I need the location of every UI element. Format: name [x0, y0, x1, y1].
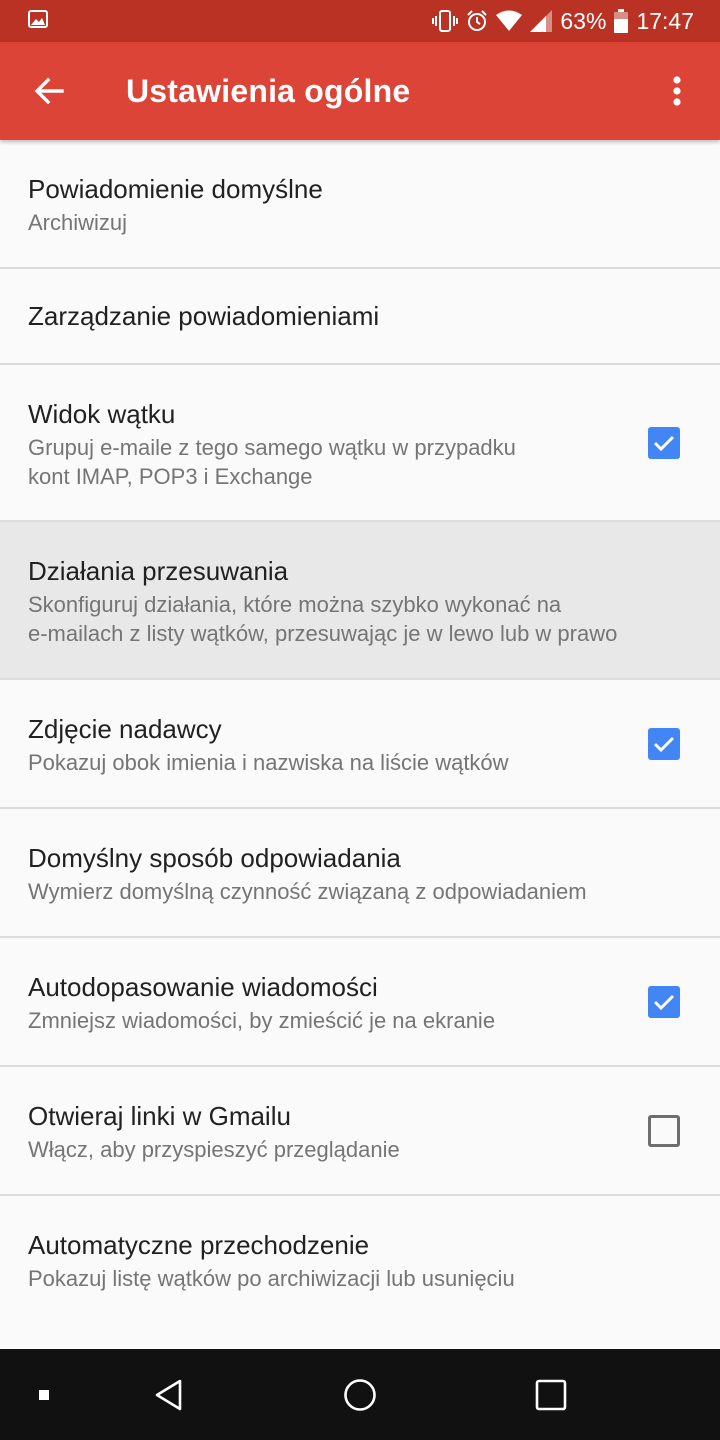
navigation-bar	[0, 1349, 720, 1440]
setting-open-links-in-gmail[interactable]: Otwieraj linki w Gmailu Włącz, aby przys…	[0, 1067, 720, 1196]
arrow-back-icon	[34, 77, 64, 105]
alarm-icon	[467, 10, 488, 31]
setting-conversation-view[interactable]: Widok wątku Grupuj e-maile z tego samego…	[0, 365, 720, 522]
triangle-back-icon	[155, 1379, 182, 1410]
sender-image-checkbox[interactable]	[648, 728, 680, 760]
battery-icon	[614, 9, 629, 33]
setting-summary: Archiwizuj	[28, 210, 128, 235]
signal-icon	[530, 10, 553, 32]
home-nav-button[interactable]	[330, 1349, 390, 1440]
setting-swipe-actions[interactable]: Działania przesuwania Skonfiguruj działa…	[0, 522, 720, 680]
clock: 17:47	[636, 7, 694, 34]
setting-default-reply-action[interactable]: Domyślny sposób odpowiadania Wymierz dom…	[0, 809, 720, 938]
settings-list: Powiadomienie domyślne Archiwizuj Zarząd…	[0, 140, 720, 1325]
overview-nav-button[interactable]	[521, 1349, 581, 1440]
setting-auto-advance[interactable]: Automatyczne przechodzenie Pokazuj listę…	[0, 1196, 720, 1325]
more-vert-icon	[673, 76, 681, 106]
setting-title: Automatyczne przechodzenie	[28, 1230, 370, 1260]
circle-home-icon	[344, 1378, 376, 1411]
checkmark-icon	[653, 435, 675, 452]
setting-default-notification[interactable]: Powiadomienie domyślne Archiwizuj	[0, 140, 720, 269]
setting-summary: Zmniejsz wiadomości, by zmieścić je na e…	[28, 1008, 496, 1033]
status-indicators: 63% 17:47	[432, 0, 694, 42]
app-bar: Ustawienia ogólne	[0, 42, 720, 140]
setting-title: Zdjęcie nadawcy	[28, 714, 222, 744]
image-notification-icon	[28, 10, 48, 28]
setting-summary: Pokazuj obok imienia i nazwiska na liści…	[28, 750, 509, 775]
vibrate-icon	[432, 10, 459, 32]
setting-summary: Włącz, aby przyspieszyć przeglądanie	[28, 1137, 400, 1162]
setting-title: Widok wątku	[28, 399, 176, 429]
setting-title: Otwieraj linki w Gmailu	[28, 1101, 291, 1131]
wifi-icon	[496, 10, 523, 31]
page-title: Ustawienia ogólne	[126, 73, 411, 109]
recent-apps-dot-button[interactable]	[24, 1349, 64, 1440]
setting-title: Powiadomienie domyślne	[28, 174, 323, 204]
setting-summary: Pokazuj listę wątków po archiwizacji lub…	[28, 1266, 515, 1291]
more-options-button[interactable]	[652, 64, 702, 118]
square-overview-icon	[535, 1379, 567, 1410]
setting-sender-image[interactable]: Zdjęcie nadawcy Pokazuj obok imienia i n…	[0, 680, 720, 809]
setting-title: Domyślny sposób odpowiadania	[28, 843, 401, 873]
checkmark-icon	[653, 736, 675, 753]
setting-summary: Wymierz domyślną czynność związaną z odp…	[28, 879, 587, 904]
setting-title: Działania przesuwania	[28, 556, 289, 586]
battery-percent: 63%	[560, 7, 607, 34]
checkmark-icon	[653, 994, 675, 1011]
back-nav-button[interactable]	[138, 1349, 198, 1440]
open-links-checkbox[interactable]	[648, 1115, 680, 1147]
setting-manage-notifications[interactable]: Zarządzanie powiadomieniami	[0, 269, 720, 365]
setting-title: Zarządzanie powiadomieniami	[28, 301, 380, 331]
back-button[interactable]	[22, 64, 76, 118]
conversation-view-checkbox[interactable]	[648, 427, 680, 459]
setting-summary: Grupuj e-maile z tego samego wątku w prz…	[28, 435, 516, 489]
auto-fit-checkbox[interactable]	[648, 986, 680, 1018]
setting-auto-fit-messages[interactable]: Autodopasowanie wiadomości Zmniejsz wiad…	[0, 938, 720, 1067]
status-bar: 63% 17:47	[0, 0, 720, 42]
setting-title: Autodopasowanie wiadomości	[28, 972, 378, 1002]
setting-summary: Skonfiguruj działania, które można szybk…	[28, 592, 618, 646]
square-dot-icon	[39, 1389, 49, 1400]
